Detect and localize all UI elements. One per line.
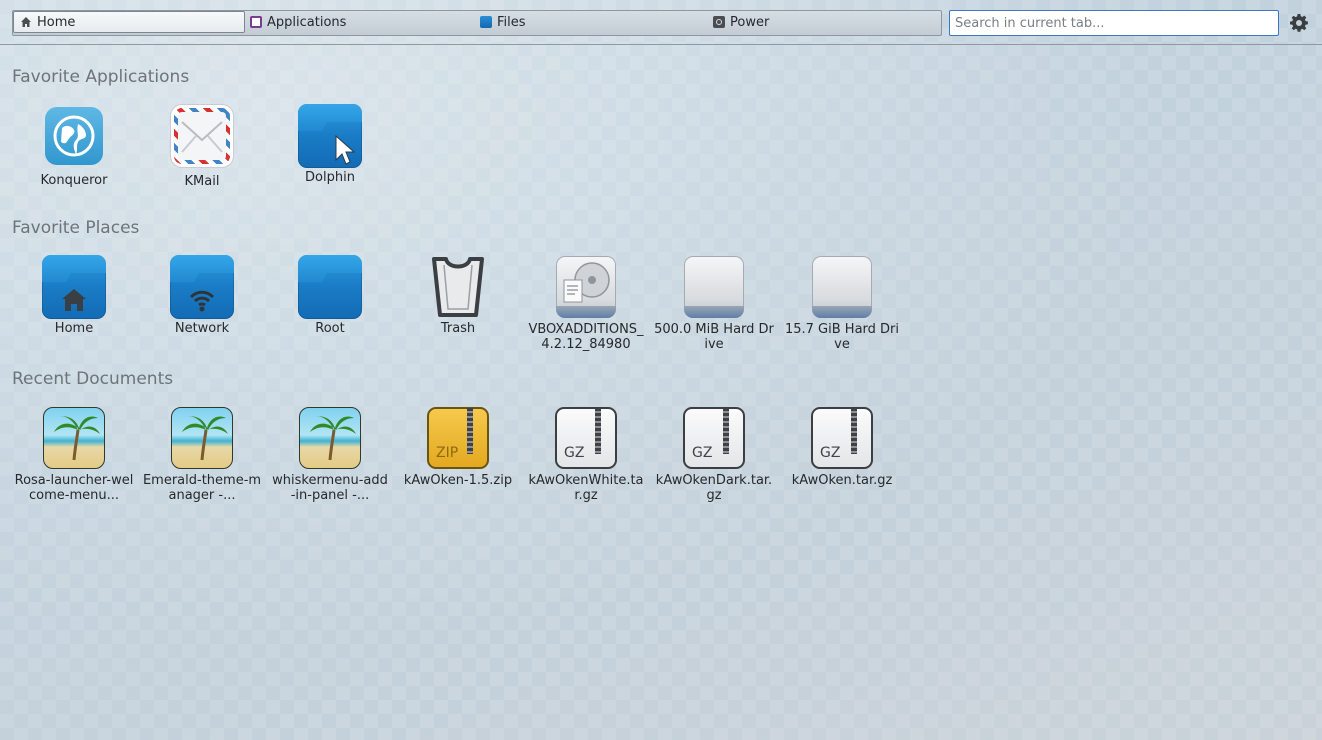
- doc-kawoken-zip[interactable]: ZIP kAwOken-1.5.zip: [398, 406, 518, 488]
- tab-applications-label: Applications: [267, 14, 347, 30]
- section-title-favorite-places: Favorite Places: [12, 218, 140, 238]
- doc-label: Rosa-launcher-welcome-menu...: [14, 473, 134, 503]
- image-icon: [170, 407, 234, 471]
- applications-icon: [250, 16, 262, 28]
- globe-icon: [42, 107, 106, 171]
- doc-kawoken-targz[interactable]: GZ kAwOken.tar.gz: [782, 406, 902, 488]
- tab-bar: Home Applications Files Power: [12, 10, 942, 36]
- app-kmail[interactable]: KMail: [142, 104, 262, 189]
- doc-kawoken-white-targz[interactable]: GZ kAwOkenWhite.tar.gz: [526, 406, 646, 503]
- files-icon: [480, 16, 492, 28]
- app-label: Dolphin: [305, 170, 355, 185]
- doc-whiskermenu[interactable]: whiskermenu-add-in-panel -...: [270, 406, 390, 503]
- gz-archive-icon: GZ: [554, 407, 618, 471]
- tab-power[interactable]: Power: [709, 11, 941, 33]
- power-icon: [713, 16, 725, 28]
- gz-archive-icon: GZ: [682, 407, 746, 471]
- folder-icon: [298, 255, 362, 319]
- doc-rosa-launcher[interactable]: Rosa-launcher-welcome-menu...: [14, 406, 134, 503]
- hard-drive-icon: [810, 256, 874, 320]
- zip-archive-icon: ZIP: [426, 407, 490, 471]
- place-label: Home: [54, 321, 94, 336]
- optical-drive-icon: [554, 256, 618, 320]
- place-15-7gib-hard-drive[interactable]: 15.7 GiB Hard Drive: [782, 255, 902, 352]
- doc-emerald-theme-manager[interactable]: Emerald-theme-manager -...: [142, 406, 262, 503]
- place-label: Root: [315, 321, 345, 336]
- place-label: 15.7 GiB Hard Drive: [784, 322, 900, 352]
- mail-icon: [170, 108, 234, 172]
- image-icon: [298, 407, 362, 471]
- place-root[interactable]: Root: [270, 255, 390, 336]
- gz-archive-icon: GZ: [810, 407, 874, 471]
- place-label: VBOXADDITIONS_4.2.12_84980: [528, 322, 644, 352]
- tab-applications[interactable]: Applications: [245, 11, 477, 33]
- place-network[interactable]: Network: [142, 255, 262, 336]
- tab-power-label: Power: [730, 14, 770, 30]
- archive-format-label: GZ: [692, 445, 713, 461]
- search-input[interactable]: [949, 10, 1279, 36]
- place-trash[interactable]: Trash: [398, 255, 518, 336]
- section-title-recent-documents: Recent Documents: [12, 369, 174, 389]
- tab-files-label: Files: [497, 14, 526, 30]
- place-label: 500.0 MiB Hard Drive: [654, 322, 774, 352]
- home-folder-icon: [42, 255, 106, 319]
- app-label: Konqueror: [40, 173, 108, 188]
- folder-cursor-icon: [298, 104, 362, 168]
- home-icon: [20, 16, 32, 28]
- zipper-decoration: [467, 408, 473, 454]
- doc-label: kAwOkenWhite.tar.gz: [528, 473, 644, 503]
- place-vboxadditions[interactable]: VBOXADDITIONS_4.2.12_84980: [526, 255, 646, 352]
- doc-label: kAwOkenDark.tar.gz: [655, 473, 773, 503]
- trash-icon: [426, 255, 490, 319]
- archive-format-label: GZ: [820, 445, 841, 461]
- hard-drive-icon: [682, 256, 746, 320]
- place-home[interactable]: Home: [14, 255, 134, 336]
- app-konqueror[interactable]: Konqueror: [14, 104, 134, 188]
- zipper-decoration: [595, 408, 601, 454]
- network-folder-icon: [170, 255, 234, 319]
- doc-kawoken-dark-targz[interactable]: GZ kAwOkenDark.tar.gz: [654, 406, 774, 503]
- archive-format-label: ZIP: [436, 445, 459, 461]
- gear-icon[interactable]: [1289, 13, 1309, 33]
- place-label: Trash: [440, 321, 476, 336]
- app-dolphin[interactable]: Dolphin: [270, 104, 390, 185]
- tab-home-label: Home: [37, 14, 76, 30]
- doc-label: whiskermenu-add-in-panel -...: [272, 473, 388, 503]
- launcher-header: Home Applications Files Power: [0, 0, 1322, 45]
- doc-label: kAwOken-1.5.zip: [403, 473, 513, 488]
- tab-home[interactable]: Home: [13, 11, 245, 33]
- app-label: KMail: [184, 174, 220, 189]
- zipper-decoration: [851, 408, 857, 454]
- place-label: Network: [174, 321, 230, 336]
- doc-label: Emerald-theme-manager -...: [142, 473, 262, 503]
- section-title-favorite-applications: Favorite Applications: [12, 67, 190, 87]
- zipper-decoration: [723, 408, 729, 454]
- image-icon: [42, 407, 106, 471]
- doc-label: kAwOken.tar.gz: [791, 473, 893, 488]
- tab-files[interactable]: Files: [477, 11, 709, 33]
- place-500mib-hard-drive[interactable]: 500.0 MiB Hard Drive: [654, 255, 774, 352]
- archive-format-label: GZ: [564, 445, 585, 461]
